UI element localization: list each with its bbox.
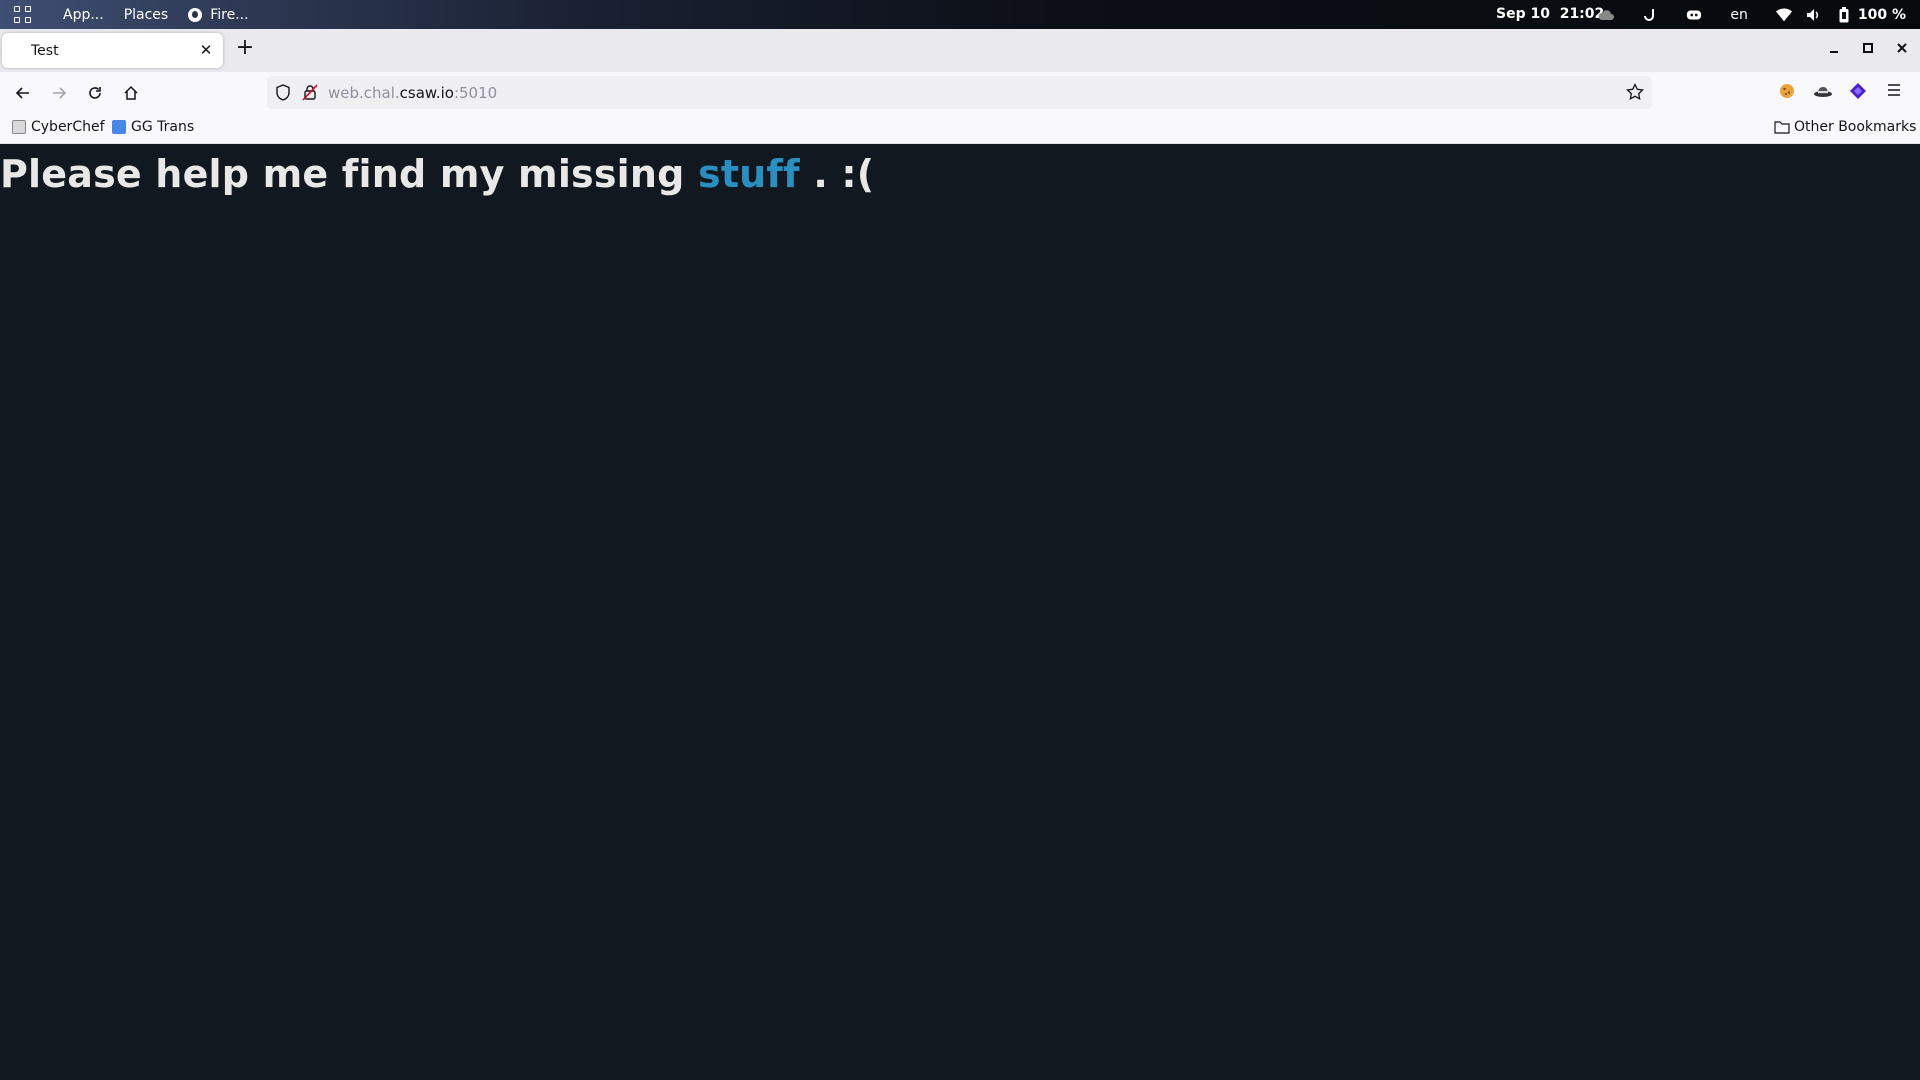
- maximize-window-button[interactable]: [1858, 40, 1878, 60]
- back-button[interactable]: [10, 80, 36, 106]
- reload-button[interactable]: [82, 80, 108, 106]
- app-grid-icon[interactable]: [14, 6, 31, 23]
- wappalyzer-extension-icon[interactable]: [1849, 82, 1869, 102]
- applications-menu[interactable]: App...: [53, 0, 114, 29]
- discord-icon[interactable]: [1686, 7, 1702, 23]
- bookmark-gg-trans-label: GG Trans: [131, 119, 195, 135]
- url-text[interactable]: web.chal.csaw.io:5010: [328, 84, 497, 102]
- firefox-app-menu[interactable]: Fire...: [178, 0, 258, 29]
- address-bar[interactable]: web.chal.csaw.io:5010: [267, 76, 1652, 109]
- new-tab-button[interactable]: +: [234, 37, 256, 60]
- insecure-lock-icon[interactable]: [302, 84, 318, 105]
- battery-icon[interactable]: [1836, 6, 1852, 23]
- other-bookmarks[interactable]: Other Bookmarks: [1774, 119, 1916, 135]
- forward-button[interactable]: [46, 80, 72, 106]
- minimize-window-button[interactable]: [1824, 40, 1844, 60]
- wifi-icon[interactable]: [1775, 7, 1792, 23]
- menu-hamburger-icon[interactable]: [1886, 82, 1906, 102]
- url-port: :5010: [453, 84, 498, 102]
- page-content: Please help me find my missing stuff . :…: [0, 144, 1920, 1080]
- shield-icon[interactable]: [275, 84, 291, 105]
- bookmarks-toolbar: CyberChef GG Trans Other Bookmarks: [0, 113, 1920, 144]
- google-translate-icon: [112, 120, 126, 134]
- cookie-extension-icon[interactable]: [1778, 82, 1798, 102]
- cloud-icon[interactable]: [1598, 7, 1615, 23]
- home-button[interactable]: [118, 80, 144, 106]
- system-top-bar: App... Places Fire... Sep 10 21:02 en 10…: [0, 0, 1920, 29]
- close-window-button[interactable]: [1892, 40, 1912, 60]
- tab-strip: Test ✕ +: [0, 29, 1920, 72]
- updates-icon[interactable]: [1642, 7, 1658, 23]
- close-tab-icon[interactable]: ✕: [197, 41, 215, 59]
- folder-icon: [1774, 120, 1790, 134]
- firefox-icon: [188, 7, 203, 22]
- stuff-link[interactable]: stuff: [698, 152, 800, 196]
- places-menu[interactable]: Places: [114, 0, 179, 29]
- bookmark-cyberchef[interactable]: CyberChef: [12, 119, 105, 135]
- hat-extension-icon[interactable]: [1813, 82, 1833, 102]
- navigation-toolbar: web.chal.csaw.io:5010: [0, 72, 1920, 113]
- volume-icon[interactable]: [1806, 7, 1822, 23]
- heading-text-end: . :(: [799, 152, 875, 196]
- tab-test[interactable]: Test ✕: [2, 33, 223, 68]
- tab-title: Test: [31, 42, 59, 59]
- bookmark-gg-trans[interactable]: GG Trans: [112, 119, 194, 135]
- battery-percent: 100 %: [1857, 6, 1906, 23]
- heading-text-start: Please help me find my missing: [0, 152, 698, 196]
- bookmark-star-icon[interactable]: [1626, 82, 1644, 105]
- bookmark-cyberchef-label: CyberChef: [31, 119, 105, 135]
- firefox-app-label: Fire...: [210, 6, 249, 23]
- url-host: csaw.io: [399, 84, 454, 102]
- page-heading: Please help me find my missing stuff . :…: [0, 152, 874, 196]
- keyboard-language[interactable]: en: [1730, 7, 1748, 23]
- other-bookmarks-label: Other Bookmarks: [1794, 119, 1917, 135]
- url-prefix: web.chal.: [328, 84, 400, 102]
- cyberchef-icon: [12, 120, 26, 134]
